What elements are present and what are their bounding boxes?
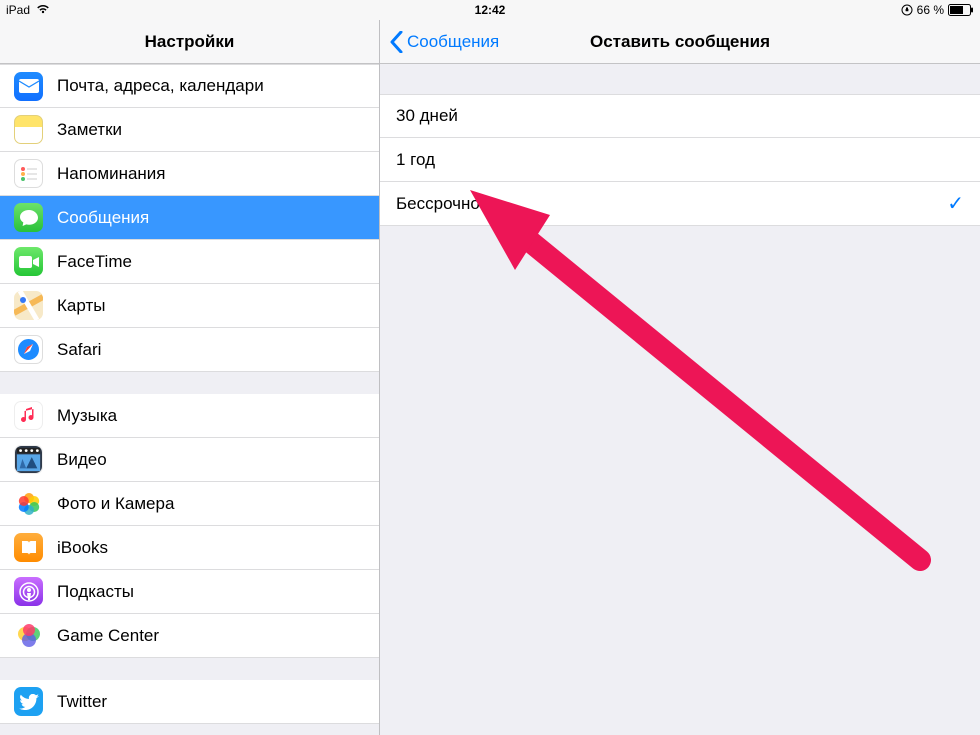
sidebar-header: Настройки [0,20,379,64]
sidebar-item-label: Twitter [57,692,107,712]
settings-sidebar: Настройки Почта, адреса, календари Заметк… [0,20,380,735]
sidebar-item-label: Заметки [57,120,122,140]
battery-percent: 66 % [917,3,944,17]
sidebar-item-reminders[interactable]: Напоминания [0,152,379,196]
sidebar-item-label: Safari [57,340,101,360]
detail-scroll[interactable]: 30 дней 1 год Бессрочно ✓ [380,64,980,735]
sidebar-item-label: FaceTime [57,252,132,272]
video-icon [14,445,43,474]
sidebar-item-label: Музыка [57,406,117,426]
sidebar-item-ibooks[interactable]: iBooks [0,526,379,570]
ibooks-icon [14,533,43,562]
sidebar-item-notes[interactable]: Заметки [0,108,379,152]
detail-header: Сообщения Оставить сообщения [380,20,980,64]
status-bar: iPad 12:42 66 % [0,0,980,20]
option-2[interactable]: Бессрочно ✓ [380,182,980,226]
chevron-left-icon [390,31,403,53]
music-icon [14,401,43,430]
safari-icon [14,335,43,364]
sidebar-scroll[interactable]: Почта, адреса, календари Заметки Напоминан… [0,64,379,735]
sidebar-item-label: Game Center [57,626,159,646]
battery-icon [948,4,974,16]
sidebar-item-video[interactable]: Видео [0,438,379,482]
facetime-icon [14,247,43,276]
sidebar-item-label: Видео [57,450,107,470]
back-label: Сообщения [407,32,499,52]
gamecenter-icon [14,621,43,650]
sidebar-item-label: Напоминания [57,164,166,184]
mail-icon [14,72,43,101]
podcasts-icon [14,577,43,606]
sidebar-item-twitter[interactable]: Twitter [0,680,379,724]
detail-pane: Сообщения Оставить сообщения 30 дней 1 го… [380,20,980,735]
option-label: Бессрочно [396,194,480,214]
sidebar-item-maps[interactable]: Карты [0,284,379,328]
sidebar-item-gamecenter[interactable]: Game Center [0,614,379,658]
sidebar-item-podcasts[interactable]: Подкасты [0,570,379,614]
messages-icon [14,203,43,232]
reminders-icon [14,159,43,188]
notes-icon [14,115,43,144]
back-button[interactable]: Сообщения [386,20,503,63]
option-label: 1 год [396,150,435,170]
sidebar-item-label: iBooks [57,538,108,558]
status-left: iPad [6,3,50,17]
orientation-lock-icon [901,4,913,16]
status-time: 12:42 [475,3,506,17]
detail-title: Оставить сообщения [590,32,770,52]
option-label: 30 дней [396,106,458,126]
checkmark-icon: ✓ [947,191,964,216]
sidebar-item-music[interactable]: Музыка [0,394,379,438]
photos-icon [14,489,43,518]
sidebar-item-safari[interactable]: Safari [0,328,379,372]
maps-icon [14,291,43,320]
option-1[interactable]: 1 год [380,138,980,182]
sidebar-item-label: Сообщения [57,208,149,228]
sidebar-item-label: Фото и Камера [57,494,174,514]
sidebar-item-photos[interactable]: Фото и Камера [0,482,379,526]
sidebar-item-facetime[interactable]: FaceTime [0,240,379,284]
sidebar-item-messages[interactable]: Сообщения [0,196,379,240]
status-right: 66 % [901,3,974,17]
sidebar-item-label: Почта, адреса, календари [57,76,264,96]
sidebar-item-label: Карты [57,296,105,316]
options-group: 30 дней 1 год Бессрочно ✓ [380,94,980,226]
option-0[interactable]: 30 дней [380,94,980,138]
device-label: iPad [6,3,30,17]
sidebar-item-label: Подкасты [57,582,134,602]
wifi-icon [36,3,50,17]
twitter-icon [14,687,43,716]
sidebar-title: Настройки [145,32,235,52]
sidebar-item-mail[interactable]: Почта, адреса, календари [0,64,379,108]
